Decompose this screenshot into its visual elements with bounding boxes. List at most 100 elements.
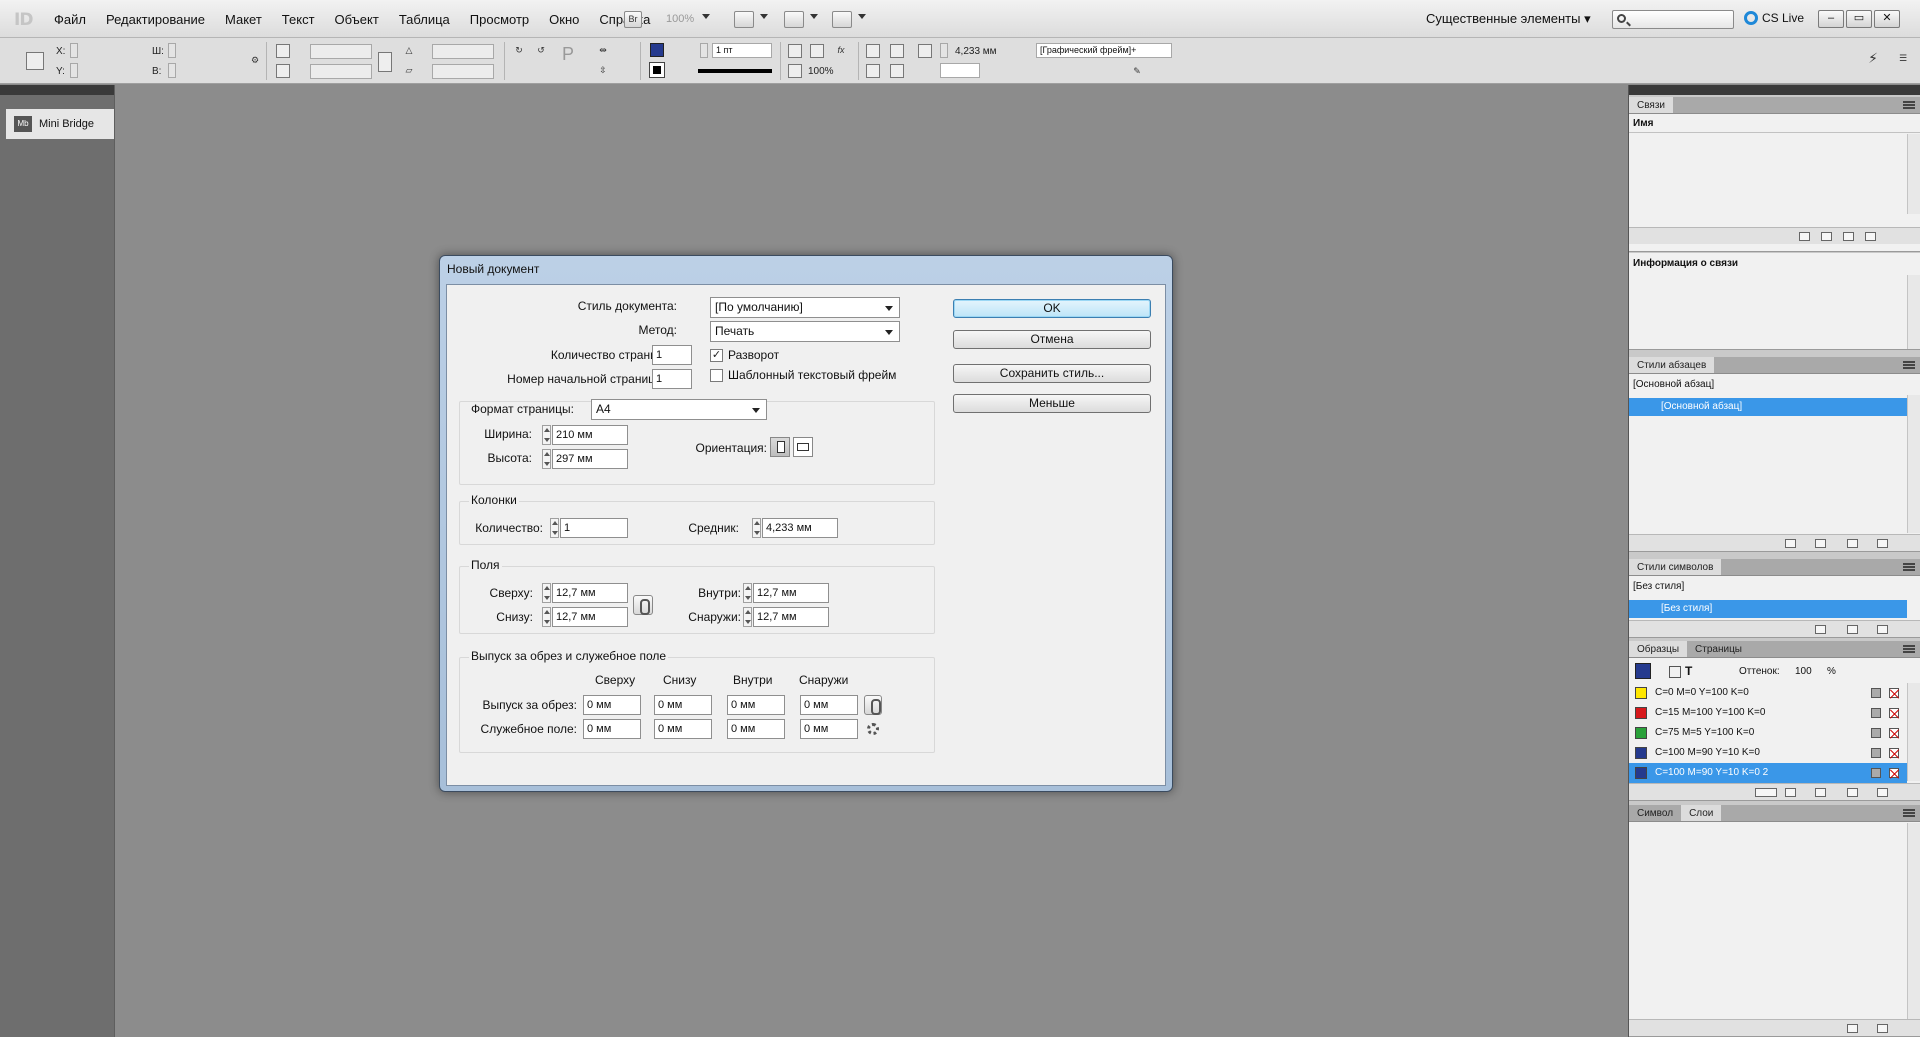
mini-bridge-panel-button[interactable]: Mb Mini Bridge (6, 109, 114, 139)
document-preset-select[interactable]: [По умолчанию] (710, 297, 900, 318)
left-dock-header[interactable] (0, 85, 114, 95)
wrap-jump-icon[interactable] (890, 64, 904, 78)
wrap-around-icon[interactable] (890, 44, 904, 58)
new-group-icon[interactable] (1815, 625, 1826, 634)
margin-inside-stepper[interactable] (743, 583, 752, 603)
link-info-scrollbar[interactable] (1907, 275, 1920, 349)
width-input[interactable]: 210 мм (552, 425, 628, 445)
stroke-type-preview[interactable] (698, 69, 772, 73)
swatch-item[interactable]: C=75 M=5 Y=100 K=0 (1629, 723, 1907, 743)
tab-swatches[interactable]: Образцы (1629, 641, 1688, 657)
rotate-field[interactable] (432, 44, 494, 59)
show-gradient-swatches-icon[interactable] (1815, 788, 1826, 797)
stroke-weight-stepper[interactable] (700, 43, 708, 58)
corner-shape-field[interactable] (940, 63, 980, 78)
effects-toggle-icon[interactable] (810, 44, 824, 58)
fill-swatch[interactable] (650, 43, 664, 57)
panel-menu-icon[interactable] (1903, 101, 1915, 109)
opacity-icon[interactable] (788, 64, 802, 78)
new-swatch-icon[interactable] (1847, 788, 1858, 797)
x-stepper[interactable] (70, 43, 78, 58)
fewer-options-button[interactable]: Меньше (953, 394, 1151, 413)
flip-vertical-icon[interactable]: ⇳ (596, 64, 610, 78)
menu-layout[interactable]: Макет (215, 12, 272, 27)
margin-outside-input[interactable]: 12,7 мм (753, 607, 829, 627)
margin-outside-stepper[interactable] (743, 607, 752, 627)
bleed-outside-input[interactable]: 0 мм (800, 695, 858, 715)
primary-text-frame-checkbox[interactable] (710, 369, 723, 382)
scale-x-field[interactable] (310, 44, 372, 59)
bleed-inside-input[interactable]: 0 мм (727, 695, 785, 715)
reference-point-icon[interactable] (26, 52, 44, 70)
link-bleed-chain-icon[interactable] (864, 695, 882, 715)
tint-value[interactable]: 100 (1795, 666, 1812, 677)
dimension-stepper[interactable] (940, 43, 948, 58)
facing-pages-checkbox[interactable]: ✓ (710, 349, 723, 362)
new-group-icon[interactable] (1785, 539, 1796, 548)
delete-layer-icon[interactable] (1877, 1024, 1888, 1033)
bridge-button[interactable]: Br (624, 11, 642, 28)
rotate-ccw-icon[interactable]: ↺ (534, 44, 548, 58)
menu-object[interactable]: Объект (325, 12, 389, 27)
slug-top-input[interactable]: 0 мм (583, 719, 641, 739)
edit-original-icon[interactable] (1865, 232, 1876, 241)
arrange-documents-icon[interactable] (832, 11, 852, 28)
panel-menu-icon[interactable] (1903, 645, 1915, 653)
bleed-top-input[interactable]: 0 мм (583, 695, 641, 715)
constrain-proportions-icon[interactable]: ⚙ (248, 54, 262, 68)
link-margins-chain-icon[interactable] (633, 595, 653, 615)
y-stepper[interactable] (70, 63, 78, 78)
delete-style-icon[interactable] (1877, 539, 1888, 548)
clear-overrides-icon[interactable]: ✎ (1130, 65, 1144, 79)
flip-horizontal-icon[interactable]: ⇹ (596, 44, 610, 58)
control-panel-menu-icon[interactable]: ☰ (1896, 52, 1910, 66)
lightning-icon[interactable]: ⚡ (1866, 51, 1880, 66)
dimension-value[interactable]: 4,233 мм (955, 46, 997, 57)
margin-top-input[interactable]: 12,7 мм (552, 583, 628, 603)
width-stepper[interactable] (542, 425, 551, 445)
margin-inside-input[interactable]: 12,7 мм (753, 583, 829, 603)
height-input[interactable]: 297 мм (552, 449, 628, 469)
slug-inside-input[interactable]: 0 мм (727, 719, 785, 739)
corner-options-icon[interactable] (918, 44, 932, 58)
cancel-button[interactable]: Отмена (953, 330, 1151, 349)
bleed-bottom-input[interactable]: 0 мм (654, 695, 712, 715)
landscape-orientation-button[interactable] (793, 437, 813, 457)
new-style-icon[interactable] (1847, 539, 1858, 548)
delete-style-icon[interactable] (1877, 625, 1888, 634)
menu-view[interactable]: Просмотр (460, 12, 539, 27)
ok-button[interactable]: OK (953, 299, 1151, 318)
tab-layers[interactable]: Слои (1681, 805, 1722, 821)
slug-outside-input[interactable]: 0 мм (800, 719, 858, 739)
maximize-button[interactable]: ▭ (1846, 10, 1872, 28)
object-style-select[interactable]: [Графический фрейм]+ (1036, 43, 1172, 58)
layers-scrollbar[interactable] (1907, 823, 1920, 1019)
drop-shadow-icon[interactable] (788, 44, 802, 58)
formatting-container-icon[interactable] (1669, 666, 1681, 678)
screen-mode-caret-icon[interactable] (810, 14, 818, 19)
update-link-icon[interactable] (1843, 232, 1854, 241)
scale-y-field[interactable] (310, 64, 372, 79)
rotate-cw-icon[interactable]: ↻ (512, 44, 526, 58)
workspace-switcher[interactable]: Существенные элементы ▾ (1426, 11, 1591, 27)
margin-bottom-input[interactable]: 12,7 мм (552, 607, 628, 627)
character-style-item[interactable]: [Без стиля] (1629, 600, 1907, 618)
panel-menu-icon[interactable] (1903, 361, 1915, 369)
menu-file[interactable]: Файл (44, 12, 96, 27)
intent-select[interactable]: Печать (710, 321, 900, 342)
tab-pages[interactable]: Страницы (1687, 641, 1750, 657)
w-stepper[interactable] (168, 43, 176, 58)
delete-swatch-icon[interactable] (1877, 788, 1888, 797)
arrange-caret-icon[interactable] (858, 14, 866, 19)
paragraph-style-item[interactable]: [Основной абзац] (1629, 398, 1907, 416)
fx-icon[interactable]: fx (834, 44, 848, 58)
new-layer-icon[interactable] (1847, 1024, 1858, 1033)
relink-icon[interactable] (1799, 232, 1810, 241)
swatch-item[interactable]: C=0 M=0 Y=100 K=0 (1629, 683, 1907, 703)
path-type-icon[interactable]: P (558, 45, 578, 72)
menu-table[interactable]: Таблица (389, 12, 460, 27)
view-options-icon[interactable] (734, 11, 754, 28)
height-stepper[interactable] (542, 449, 551, 469)
new-style-icon[interactable] (1847, 625, 1858, 634)
swatch-item[interactable]: C=100 M=90 Y=10 K=0 2 (1629, 763, 1907, 783)
